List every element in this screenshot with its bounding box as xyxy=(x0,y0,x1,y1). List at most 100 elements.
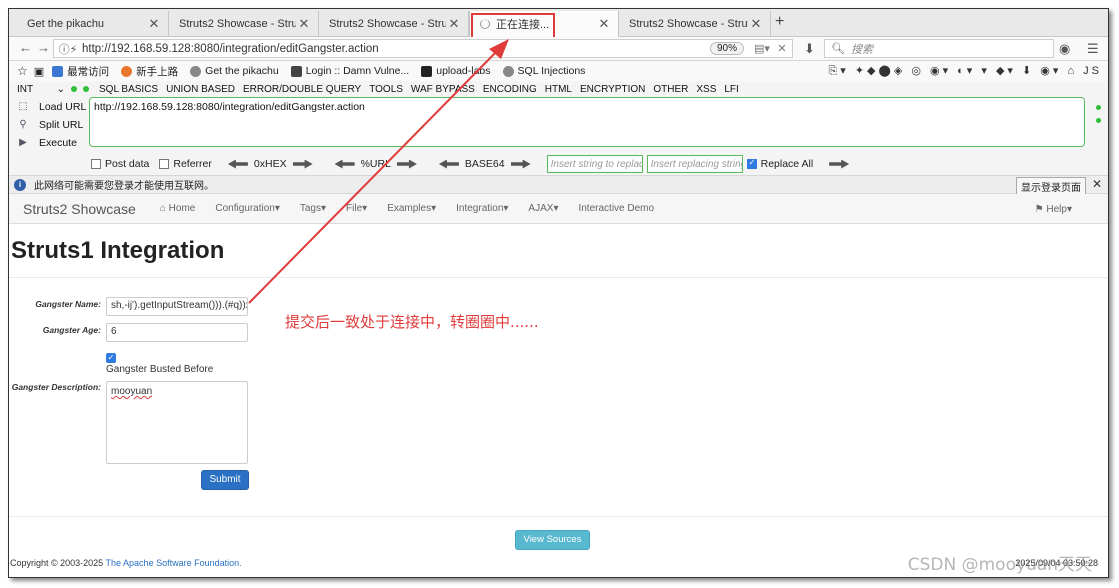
referrer-checkbox[interactable]: Referrer xyxy=(159,158,212,170)
browser-window: Get the pikachu ✕ Struts2 Showcase - Str… xyxy=(8,8,1109,578)
gangster-age-input[interactable]: 6 xyxy=(106,323,248,342)
star-icon[interactable]: ☆ xyxy=(17,64,28,78)
nav-label: File xyxy=(346,203,363,214)
tab-struts-1[interactable]: Struts2 Showcase - Struts1 ... ✕ xyxy=(169,11,319,37)
button-label: Split URL xyxy=(39,119,84,131)
execute-button[interactable]: ▶ Execute xyxy=(17,137,77,149)
bookmark-upload-labs[interactable]: upload-labs xyxy=(421,65,491,77)
bookmark-dvwa[interactable]: Login :: Damn Vulne... xyxy=(290,65,409,77)
tab-pikachu[interactable]: Get the pikachu ✕ xyxy=(17,11,169,37)
bookmark-getting-started[interactable]: 新手上路 xyxy=(121,64,178,79)
menu-sql-basics[interactable]: SQL BASICS xyxy=(99,84,158,95)
new-tab-button[interactable]: + xyxy=(775,13,784,31)
apache-link[interactable]: The Apache Software Foundation. xyxy=(106,558,242,568)
menu-html[interactable]: HTML xyxy=(545,84,572,95)
menu-icon[interactable]: ☰ xyxy=(1087,41,1099,57)
url-text[interactable]: http://192.168.59.128:8080/integration/e… xyxy=(82,43,710,55)
back-button[interactable]: ← xyxy=(19,40,32,55)
close-icon[interactable]: ✕ xyxy=(596,16,612,32)
hackbar-type-select[interactable]: INT ⌄ xyxy=(9,84,71,95)
bookmark-label: 新手上路 xyxy=(136,65,179,78)
hackbar-menu: INT ⌄ SQL BASICS UNION BASED ERROR/DOUBLE… xyxy=(9,81,1108,97)
gangster-name-label: Gangster Name: xyxy=(35,299,101,309)
tab-struts-2[interactable]: Struts2 Showcase - Struts1 ... ✕ xyxy=(319,11,469,37)
reader-icon[interactable]: ▤▾ xyxy=(752,42,772,55)
base64-encode-toggle[interactable]: BASE64 xyxy=(433,158,537,170)
bookmark-most-visited[interactable]: 最常访问 xyxy=(52,64,109,79)
home-icon: ⌂ xyxy=(159,203,166,214)
menu-tools[interactable]: TOOLS xyxy=(369,84,403,95)
search-input[interactable]: 🔍︎ 搜索 xyxy=(824,39,1054,58)
nav-label: Configuration xyxy=(215,203,275,214)
gangster-name-input[interactable]: sh,-ij').getInputStream())).(#q))xa xyxy=(106,297,248,316)
nav-interactive-demo[interactable]: Interactive Demo xyxy=(578,203,654,214)
library-icon[interactable]: ▣ xyxy=(34,65,44,78)
captive-portal-notice: i 此网络可能需要您登录才能使用互联网。 显示登录页面 ✕ xyxy=(9,175,1108,196)
site-info-icon[interactable]: ⓘ⚡ xyxy=(54,41,82,57)
close-icon[interactable]: ✕ xyxy=(1092,177,1102,191)
nav-file[interactable]: File▾ xyxy=(346,203,367,214)
tab-struts-3[interactable]: Struts2 Showcase - Struts1 ... ✕ xyxy=(619,11,771,37)
option-label: 0xHEX xyxy=(253,158,287,170)
url-bar[interactable]: ⓘ⚡ http://192.168.59.128:8080/integratio… xyxy=(53,39,793,58)
hex-encode-toggle[interactable]: 0xHEX xyxy=(222,158,319,170)
status-dot xyxy=(83,86,89,92)
menu-other[interactable]: OTHER xyxy=(653,84,688,95)
hackbar-scrollbar[interactable] xyxy=(1096,105,1102,137)
account-icon[interactable]: ◉ xyxy=(1059,41,1070,57)
nav-integration[interactable]: Integration▾ xyxy=(456,203,508,214)
submit-button[interactable]: Submit xyxy=(201,470,249,490)
page-navbar: Struts2 Showcase ⌂ Home Configuration▾ T… xyxy=(9,194,1108,224)
replace-arrows[interactable] xyxy=(823,159,855,169)
bookmark-star-icon[interactable]: ⬇ xyxy=(804,41,815,57)
gangster-busted-checkbox[interactable]: ✓ xyxy=(106,353,116,363)
bookmark-pikachu[interactable]: Get the pikachu xyxy=(190,65,279,77)
extension-icons[interactable]: ⎘▾ ✦◆⬤◈ ◎ ◉▾ ◐▾ ▾ ◆▾ ⬇ ◉▾ ⌂ JS xyxy=(828,64,1102,78)
nav-tags[interactable]: Tags▾ xyxy=(300,203,326,214)
nav-ajax[interactable]: AJAX▾ xyxy=(528,203,558,214)
nav-bar: ← → ⓘ⚡ http://192.168.59.128:8080/integr… xyxy=(9,37,1108,61)
zoom-level[interactable]: 90% xyxy=(709,42,744,55)
menu-lfi[interactable]: LFI xyxy=(724,84,738,95)
split-url-button[interactable]: ⚲ Split URL xyxy=(17,119,83,131)
bookmarks-toolbar: ☆ ▣ 最常访问 新手上路 Get the pikachu Login :: D… xyxy=(9,61,1108,81)
replacing-string-input[interactable]: Insert replacing string xyxy=(646,155,743,173)
view-sources-button[interactable]: View Sources xyxy=(515,530,590,550)
tab-label: Get the pikachu xyxy=(27,18,105,30)
menu-union-based[interactable]: UNION BASED xyxy=(166,84,235,95)
gangster-busted-label: Gangster Busted Before xyxy=(106,364,214,375)
gangster-description-textarea[interactable]: mooyuan xyxy=(106,381,248,464)
menu-encryption[interactable]: ENCRYPTION xyxy=(580,84,645,95)
footer-text: Copyright © 2003-2025 xyxy=(10,558,106,568)
bookmark-sql-injections[interactable]: SQL Injections xyxy=(502,65,585,77)
forward-button[interactable]: → xyxy=(37,40,50,55)
menu-xss[interactable]: XSS xyxy=(696,84,716,95)
hackbar-url-text: http://192.168.59.128:8080/integration/e… xyxy=(94,101,365,113)
hackbar-url-textarea[interactable]: http://192.168.59.128:8080/integration/e… xyxy=(89,97,1085,147)
post-data-checkbox[interactable]: Post data xyxy=(91,158,149,170)
nav-examples[interactable]: Examples▾ xyxy=(387,203,436,214)
close-icon[interactable]: ✕ xyxy=(296,16,312,32)
nav-configuration[interactable]: Configuration▾ xyxy=(215,203,280,214)
nav-help[interactable]: ⚑ Help▾ xyxy=(1035,204,1072,215)
stop-icon[interactable]: ✕ xyxy=(772,42,792,55)
menu-waf-bypass[interactable]: WAF BYPASS xyxy=(411,84,475,95)
menu-encoding[interactable]: ENCODING xyxy=(483,84,537,95)
chevron-down-icon: ⌄ xyxy=(56,83,65,95)
insert-string-input[interactable]: Insert string to replace xyxy=(546,155,643,173)
close-icon[interactable]: ✕ xyxy=(748,16,764,32)
tab-label: Struts2 Showcase - Struts1 ... xyxy=(629,18,748,30)
menu-error-double-query[interactable]: ERROR/DOUBLE QUERY xyxy=(243,84,361,95)
close-icon[interactable]: ✕ xyxy=(446,16,462,32)
annotation-note: 提交后一致处于连接中，转圈圈中...... xyxy=(285,313,539,331)
option-label: Replace All xyxy=(760,158,814,170)
nav-home[interactable]: ⌂ Home xyxy=(160,203,196,214)
load-url-button[interactable]: ⬚ Load URL xyxy=(17,101,86,113)
status-dot xyxy=(71,86,77,92)
replace-all-checkbox[interactable]: Replace All xyxy=(746,158,814,170)
close-icon[interactable]: ✕ xyxy=(146,16,162,32)
option-label: Referrer xyxy=(173,158,212,170)
url-encode-toggle[interactable]: %URL xyxy=(329,158,423,170)
search-placeholder: 搜索 xyxy=(850,43,873,56)
brand-link[interactable]: Struts2 Showcase xyxy=(23,201,136,217)
